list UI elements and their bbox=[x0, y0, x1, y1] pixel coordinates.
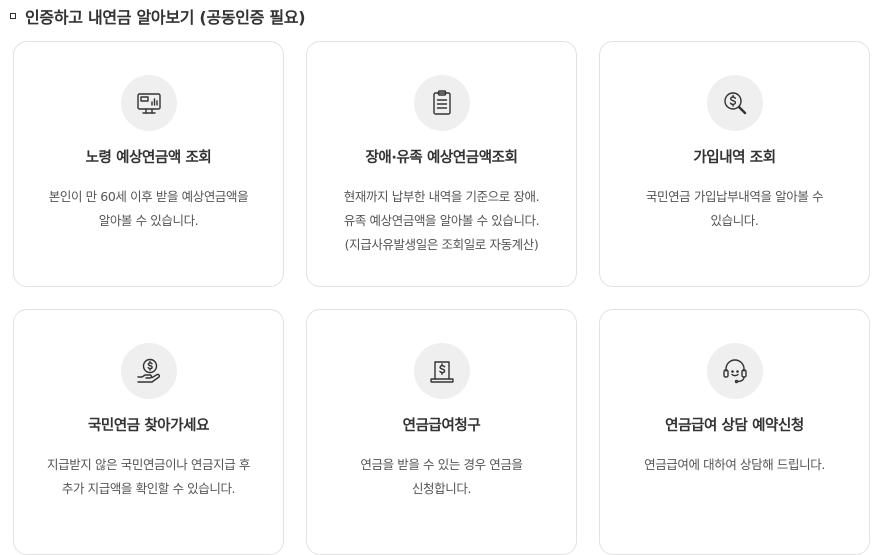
monitor-chart-icon bbox=[120, 75, 177, 131]
card-title: 연금급여청구 bbox=[402, 418, 481, 434]
section-title-text: 인증하고 내연금 알아보기 (공동인증 필요) bbox=[25, 8, 306, 27]
card-description: 본인이 만 60세 이후 받을 예상연금액을 알아볼 수 있습니다. bbox=[48, 189, 249, 228]
card-subscription-history[interactable]: 가입내역 조회 국민연금 가입납부내역을 알아볼 수 있습니다. bbox=[599, 41, 870, 287]
card-consultation-reservation[interactable]: 연금급여 상담 예약신청 연금급여에 대하여 상담해 드립니다. bbox=[599, 309, 870, 555]
dollar-magnifier-icon bbox=[706, 75, 763, 131]
card-title: 국민연금 찾아가세요 bbox=[87, 418, 210, 434]
card-title: 노령 예상연금액 조회 bbox=[85, 150, 212, 166]
card-description: 현재까지 납부한 내역을 기준으로 장애. 유족 예상연금액을 알아볼 수 있습… bbox=[343, 189, 540, 252]
square-bullet-icon bbox=[10, 13, 16, 19]
card-description: 국민연금 가입납부내역을 알아볼 수 있습니다. bbox=[645, 189, 824, 228]
card-pension-benefit-claim[interactable]: 연금급여청구 연금을 받을 수 있는 경우 연금을 신청합니다. bbox=[306, 309, 577, 555]
card-disability-survivor-pension-estimate[interactable]: 장애·유족 예상연금액조회 현재까지 납부한 내역을 기준으로 장애. 유족 예… bbox=[306, 41, 577, 287]
card-description: 연금급여에 대하여 상담해 드립니다. bbox=[644, 457, 825, 472]
section-title: 인증하고 내연금 알아보기 (공동인증 필요) bbox=[10, 4, 306, 28]
card-description: 지급받지 않은 국민연금이나 연금지급 후 추가 지급액을 확인할 수 있습니다… bbox=[47, 457, 250, 496]
card-title: 연금급여 상담 예약신청 bbox=[665, 418, 804, 434]
card-title: 가입내역 조회 bbox=[693, 150, 776, 166]
card-description: 연금을 받을 수 있는 경우 연금을 신청합니다. bbox=[360, 457, 523, 496]
headset-smile-icon bbox=[706, 343, 763, 399]
card-old-age-pension-estimate[interactable]: 노령 예상연금액 조회 본인이 만 60세 이후 받을 예상연금액을 알아볼 수… bbox=[13, 41, 284, 287]
dollar-document-icon bbox=[413, 343, 470, 399]
hand-coin-icon bbox=[120, 343, 177, 399]
card-find-pension[interactable]: 국민연금 찾아가세요 지급받지 않은 국민연금이나 연금지급 후 추가 지급액을… bbox=[13, 309, 284, 555]
clipboard-list-icon bbox=[413, 75, 470, 131]
card-title: 장애·유족 예상연금액조회 bbox=[365, 150, 518, 166]
